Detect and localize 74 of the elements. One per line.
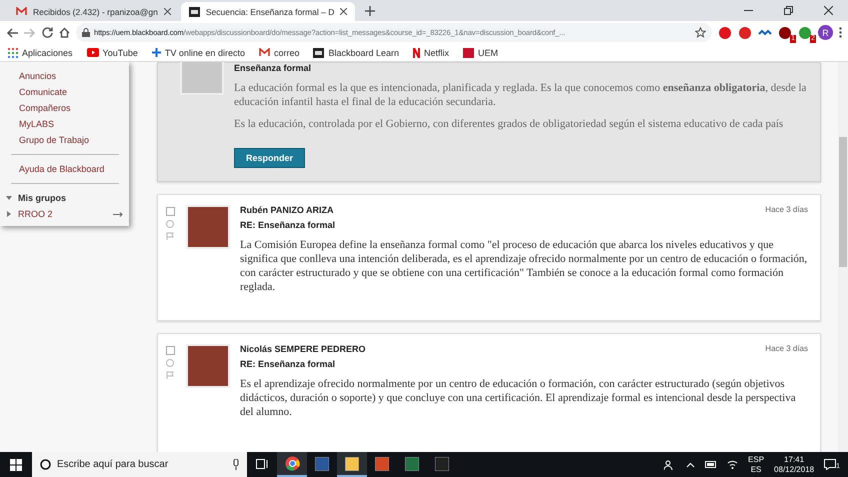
- groups-header[interactable]: Mis grupos: [0, 190, 129, 206]
- post-subject: Enseñanza formal: [234, 63, 312, 73]
- reply-button[interactable]: Responder: [234, 148, 306, 168]
- minimize-icon[interactable]: [744, 10, 752, 11]
- group-link[interactable]: RROO 2: [0, 206, 129, 222]
- bookmark-link[interactable]: Aplicaciones: [8, 48, 73, 58]
- mail-icon: [258, 48, 270, 57]
- menu-link[interactable]: Ayuda de Blackboard: [0, 161, 129, 177]
- lock-icon: [82, 28, 90, 37]
- microphone-icon[interactable]: [233, 459, 239, 470]
- home-icon[interactable]: [59, 27, 70, 38]
- profile-avatar[interactable]: R: [818, 25, 833, 40]
- chrome-icon[interactable]: [284, 456, 300, 471]
- blackboard-logo-icon: [313, 48, 324, 58]
- bookmark-link[interactable]: TV online en directo: [152, 48, 245, 58]
- checkbox[interactable]: [166, 346, 175, 355]
- tab-title: Secuencia: Enseñanza formal – D: [206, 6, 334, 16]
- cortana-circle-icon[interactable]: [40, 459, 51, 470]
- clock[interactable]: 17:41 08/12/2018: [774, 454, 814, 474]
- post-time: Hace 3 días: [765, 205, 808, 215]
- caret-icon: [6, 195, 12, 201]
- star-icon[interactable]: [695, 27, 706, 38]
- back-arrow-icon[interactable]: [6, 28, 18, 38]
- post-subject: RE: Enseñanza formal: [240, 220, 336, 230]
- menu-link[interactable]: Grupo de Trabajo: [0, 132, 129, 148]
- post-text: La educación formal es la que es intencionada, planificada y reglada. Es la que conocemos como enseñanza obligatoria, desde la educación infantil hasta el final de la educación secundaria.: [234, 81, 808, 109]
- apps-grid-icon: [8, 48, 18, 58]
- restore-icon[interactable]: [784, 6, 792, 15]
- letter-n-icon: [413, 48, 420, 58]
- bookmark-link[interactable]: UEM: [463, 48, 498, 58]
- bookmark-link[interactable]: correo: [258, 48, 300, 58]
- radio-icon[interactable]: [166, 220, 174, 228]
- language-indicator[interactable]: ESP ES: [748, 454, 764, 474]
- menu-link[interactable]: Compañeros: [0, 100, 129, 116]
- play-icon: [86, 48, 99, 57]
- author-name: Nicolás SEMPERE PEDRERO: [240, 344, 366, 354]
- post-time: Hace 3 días: [765, 344, 808, 354]
- mail-icon: [16, 7, 27, 16]
- bookmark-link[interactable]: Blackboard Learn: [313, 48, 400, 58]
- photo-placeholder: [186, 205, 230, 249]
- browser-tab[interactable]: Recibidos (2.432) - rpanizoa@gn: [8, 2, 179, 21]
- blackboard-logo-icon: [188, 6, 200, 16]
- menu-link[interactable]: Comunicate: [0, 84, 129, 100]
- browser-tab[interactable]: Secuencia: Enseñanza formal – D: [180, 2, 356, 21]
- plus-icon: [152, 48, 161, 57]
- author-name: Rubén PANIZO ARIZA: [240, 205, 334, 215]
- close-icon[interactable]: [824, 6, 832, 15]
- photo-placeholder: [186, 344, 230, 388]
- close-icon[interactable]: [164, 8, 171, 15]
- bookmark-link[interactable]: Netflix: [413, 48, 450, 58]
- notifications-icon[interactable]: [824, 459, 836, 470]
- taskbar-search-field[interactable]: Escribe aquí para buscar: [32, 452, 247, 477]
- post-text: La Comisión Europea define la enseñanza formal como "el proceso de educación que abarca los niveles educativos y que significa que conlleva una intención deliberada, es el aprendizaje ofrecido normalmente por un centro de educación o formación, con carácter estructurado y que se obtiene con una certificación" También se conoce a la educación formal como formación reglada.: [240, 238, 808, 294]
- post-subject: RE: Enseñanza formal: [240, 359, 336, 369]
- chevron-up-icon[interactable]: [686, 462, 696, 468]
- bookmark-link[interactable]: YouTube: [86, 48, 138, 58]
- circle-icon[interactable]: [738, 26, 752, 40]
- checkbox[interactable]: [166, 207, 175, 216]
- new-tab-icon[interactable]: [365, 6, 376, 16]
- battery-icon[interactable]: [705, 461, 718, 468]
- post-text: Es la educación, controlada por el Gobierno, con diferentes grados de obligatoriedad según el sistema educativo de cada país: [234, 117, 784, 131]
- close-icon[interactable]: [340, 8, 348, 15]
- tab-title: Recibidos (2.432) - rpanizoa@gn: [33, 6, 158, 16]
- caret-icon: [6, 211, 12, 217]
- circle-icon[interactable]: [718, 26, 732, 40]
- menu-link[interactable]: Anuncios: [0, 68, 129, 84]
- post-text: Es el aprendizaje ofrecido normalmente por un centro de educación o formación, con carácter estructurado (según objetivos didácticos, duración o soporte) y que concluye con una certificación. El aprendizaje formal es intencional desde la perspectiva del alumno.: [240, 377, 797, 419]
- scrollbar[interactable]: [838, 62, 848, 452]
- reload-icon[interactable]: [42, 27, 53, 38]
- arrow-icon: [113, 212, 123, 216]
- radio-icon[interactable]: [166, 359, 174, 367]
- menu-link[interactable]: MyLABS: [0, 116, 129, 132]
- more-menu-icon[interactable]: [839, 27, 842, 38]
- wifi-icon[interactable]: [727, 460, 738, 469]
